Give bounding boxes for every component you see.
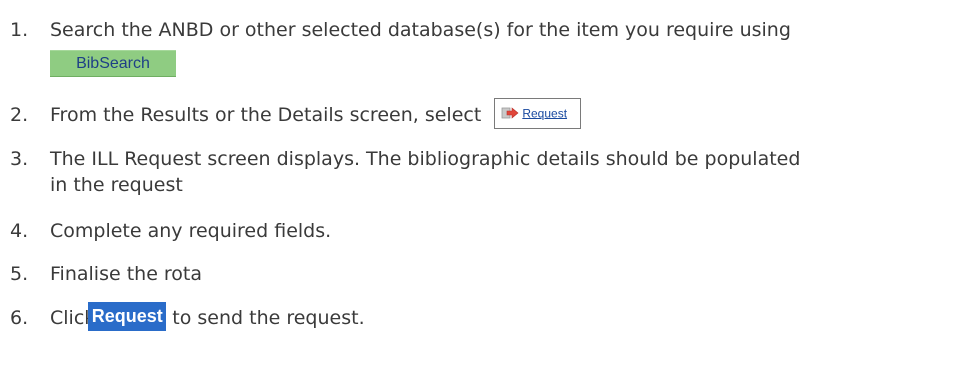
request-button[interactable]: Request xyxy=(88,302,167,331)
step-text-block: The ILL Request screen displays. The bib… xyxy=(50,146,965,198)
step-text: Complete any required fields. xyxy=(50,220,332,242)
request-arrow-icon xyxy=(501,107,519,119)
step-text-line-2: in the request xyxy=(50,174,183,196)
step-text-block: ClickRequest to send the request. xyxy=(50,302,965,331)
step-text: Search the ANBD or other selected databa… xyxy=(50,19,791,41)
step-text-block: From the Results or the Details screen, … xyxy=(50,98,965,129)
step-text: Finalise the rota xyxy=(50,263,203,285)
request-link-button[interactable]: Request xyxy=(494,98,582,129)
step-text-block: Search the ANBD or other selected databa… xyxy=(50,17,965,77)
step-text-after: to send the request. xyxy=(172,307,365,329)
request-link-label: Request xyxy=(522,106,568,121)
step-number: 4. xyxy=(10,220,29,242)
step-number: 5. xyxy=(10,263,29,285)
step-number: 1. xyxy=(10,19,29,41)
step-button-row: BibSearch xyxy=(50,43,965,77)
step-text-line-1: The ILL Request screen displays. The bib… xyxy=(50,148,801,170)
step-number: 3. xyxy=(10,148,29,170)
step-text: From the Results or the Details screen, … xyxy=(50,104,482,126)
step-number: 2. xyxy=(10,104,29,126)
bibsearch-button[interactable]: BibSearch xyxy=(50,50,176,77)
step-number: 6. xyxy=(10,307,29,329)
